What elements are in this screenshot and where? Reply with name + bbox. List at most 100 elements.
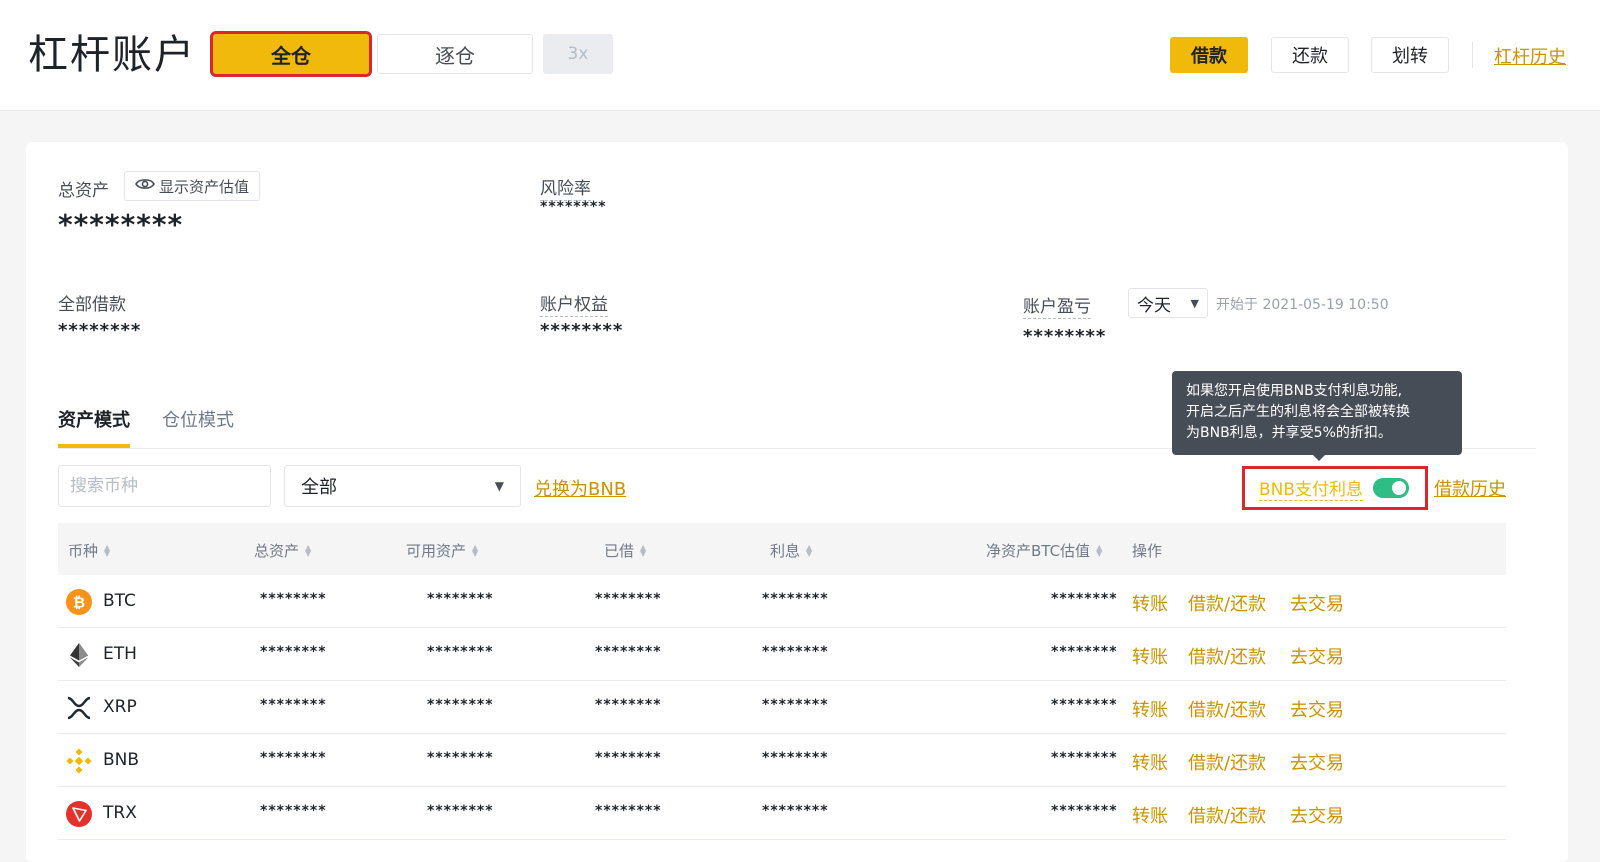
borrow-repay-link[interactable]: 借款/还款	[1188, 696, 1266, 722]
coin-name: TRX	[103, 803, 137, 823]
bnb-interest-highlight: BNB支付利息	[1242, 466, 1428, 510]
borrow-repay-link[interactable]: 借款/还款	[1188, 643, 1266, 669]
table-row: TRX ******** ******** ******** ******** …	[58, 787, 1506, 840]
col-available-header[interactable]: 可用资产 ▲ ▼	[406, 540, 478, 561]
sort-icon: ▲ ▼	[472, 542, 479, 558]
search-input[interactable]	[58, 465, 271, 507]
eth-icon	[66, 642, 92, 668]
net-btc-cell: ********	[1051, 803, 1118, 819]
total-cell: ********	[260, 750, 327, 766]
trade-link[interactable]: 去交易	[1290, 643, 1344, 669]
tab-asset-mode[interactable]: 资产模式	[58, 406, 130, 432]
col-net-btc-label: 净资产BTC估值	[986, 542, 1091, 560]
col-total-label: 总资产	[254, 542, 300, 560]
interest-cell: ********	[762, 644, 829, 660]
pnl-label-wrap: 账户盈亏	[1023, 292, 1091, 319]
tooltip-arrow	[1312, 454, 1326, 461]
equity-value: ********	[540, 320, 624, 341]
transfer-link[interactable]: 转账	[1132, 696, 1168, 722]
svg-text:₿: ₿	[73, 594, 85, 612]
equity-label-wrap: 账户权益	[540, 290, 608, 317]
show-estimate-label: 显示资产估值	[159, 177, 250, 196]
margin-history-link[interactable]: 杠杆历史	[1494, 43, 1566, 69]
col-borrowed-header[interactable]: 已借 ▲ ▼	[604, 540, 646, 561]
repay-button[interactable]: 还款	[1271, 37, 1349, 73]
total-borrowed-value: ********	[58, 320, 142, 341]
bnb-icon	[66, 748, 92, 774]
caret-down-icon: ▼	[494, 479, 504, 493]
trx-icon	[66, 801, 92, 827]
trade-link[interactable]: 去交易	[1290, 749, 1344, 775]
isolated-margin-button[interactable]: 逐仓	[377, 34, 533, 74]
toggle-knob	[1392, 481, 1407, 495]
risk-rate-label-wrap: 风险率	[540, 174, 591, 201]
table-row: BNB ******** ******** ******** ******** …	[58, 734, 1506, 787]
pnl-range-select[interactable]: 今天 ▼	[1128, 288, 1208, 318]
col-interest-header[interactable]: 利息 ▲ ▼	[770, 540, 812, 561]
available-cell: ********	[427, 644, 494, 660]
risk-rate-value: ********	[540, 199, 607, 215]
borrow-history-link[interactable]: 借款历史	[1434, 475, 1506, 501]
total-assets-label: 总资产	[58, 181, 109, 201]
convert-to-bnb-link[interactable]: 兑换为BNB	[534, 475, 626, 501]
transfer-button[interactable]: 划转	[1371, 37, 1449, 73]
coin-filter-select[interactable]: 全部 ▼	[284, 465, 521, 507]
col-coin-label: 币种	[68, 542, 99, 560]
borrowed-cell: ********	[595, 644, 662, 660]
net-btc-cell: ********	[1051, 697, 1118, 713]
interest-cell: ********	[762, 697, 829, 713]
account-card: 总资产 显示资产估值 ******** 风险率 ******** 全部借款 **…	[26, 142, 1568, 862]
col-action-label: 操作	[1132, 542, 1163, 560]
pnl-label: 账户盈亏	[1023, 297, 1091, 319]
available-cell: ********	[427, 697, 494, 713]
trade-link[interactable]: 去交易	[1290, 802, 1344, 828]
header-divider	[1472, 42, 1473, 68]
col-interest-label: 利息	[770, 542, 801, 560]
transfer-link[interactable]: 转账	[1132, 802, 1168, 828]
net-btc-cell: ********	[1051, 591, 1118, 607]
borrow-repay-link[interactable]: 借款/还款	[1188, 749, 1266, 775]
leverage-button[interactable]: 3x	[543, 34, 613, 74]
col-total-header[interactable]: 总资产 ▲ ▼	[254, 540, 311, 561]
tooltip-line: 如果您开启使用BNB支付利息功能,	[1186, 383, 1403, 399]
sort-icon: ▲ ▼	[305, 542, 312, 558]
bnb-interest-label[interactable]: BNB支付利息	[1259, 475, 1364, 501]
transfer-link[interactable]: 转账	[1132, 749, 1168, 775]
coin-name: BTC	[103, 591, 136, 611]
borrow-button[interactable]: 借款	[1170, 37, 1248, 73]
sort-icon: ▲ ▼	[640, 542, 647, 558]
tooltip-line: 开启之后产生的利息将会全部被转换	[1186, 404, 1410, 420]
col-borrowed-label: 已借	[604, 542, 635, 560]
trade-link[interactable]: 去交易	[1290, 590, 1344, 616]
transfer-link[interactable]: 转账	[1132, 590, 1168, 616]
caret-down-icon: ▼	[1190, 296, 1199, 310]
total-cell: ********	[260, 697, 327, 713]
tab-position-mode[interactable]: 仓位模式	[162, 406, 234, 432]
col-available-label: 可用资产	[406, 542, 467, 560]
borrowed-cell: ********	[595, 750, 662, 766]
top-bar: 杠杆账户 全仓 逐仓 3x 借款 还款 划转 杠杆历史	[0, 0, 1600, 111]
transfer-link[interactable]: 转账	[1132, 643, 1168, 669]
borrow-repay-link[interactable]: 借款/还款	[1188, 802, 1266, 828]
bnb-interest-tooltip: 如果您开启使用BNB支付利息功能, 开启之后产生的利息将会全部被转换 为BNB利…	[1172, 371, 1462, 455]
net-btc-cell: ********	[1051, 750, 1118, 766]
col-net-btc-header[interactable]: 净资产BTC估值 ▲ ▼	[986, 540, 1102, 561]
trade-link[interactable]: 去交易	[1290, 696, 1344, 722]
interest-cell: ********	[762, 750, 829, 766]
borrowed-cell: ********	[595, 697, 662, 713]
borrowed-cell: ********	[595, 591, 662, 607]
pnl-start-time: 开始于 2021-05-19 10:50	[1216, 297, 1389, 313]
available-cell: ********	[427, 750, 494, 766]
total-assets-value: ********	[58, 208, 184, 241]
show-estimate-button[interactable]: 显示资产估值	[124, 171, 261, 201]
col-coin-header[interactable]: 币种 ▲ ▼	[68, 540, 110, 561]
cross-margin-button[interactable]: 全仓	[210, 31, 372, 77]
bnb-interest-toggle[interactable]	[1373, 478, 1410, 498]
interest-cell: ********	[762, 591, 829, 607]
table-row: ₿ BTC ******** ******** ******** *******…	[58, 575, 1506, 628]
coin-name: XRP	[103, 697, 137, 717]
table-row: ETH ******** ******** ******** ******** …	[58, 628, 1506, 681]
borrow-repay-link[interactable]: 借款/还款	[1188, 590, 1266, 616]
available-cell: ********	[427, 803, 494, 819]
tooltip-line: 为BNB利息，并享受5%的折扣。	[1186, 425, 1392, 441]
